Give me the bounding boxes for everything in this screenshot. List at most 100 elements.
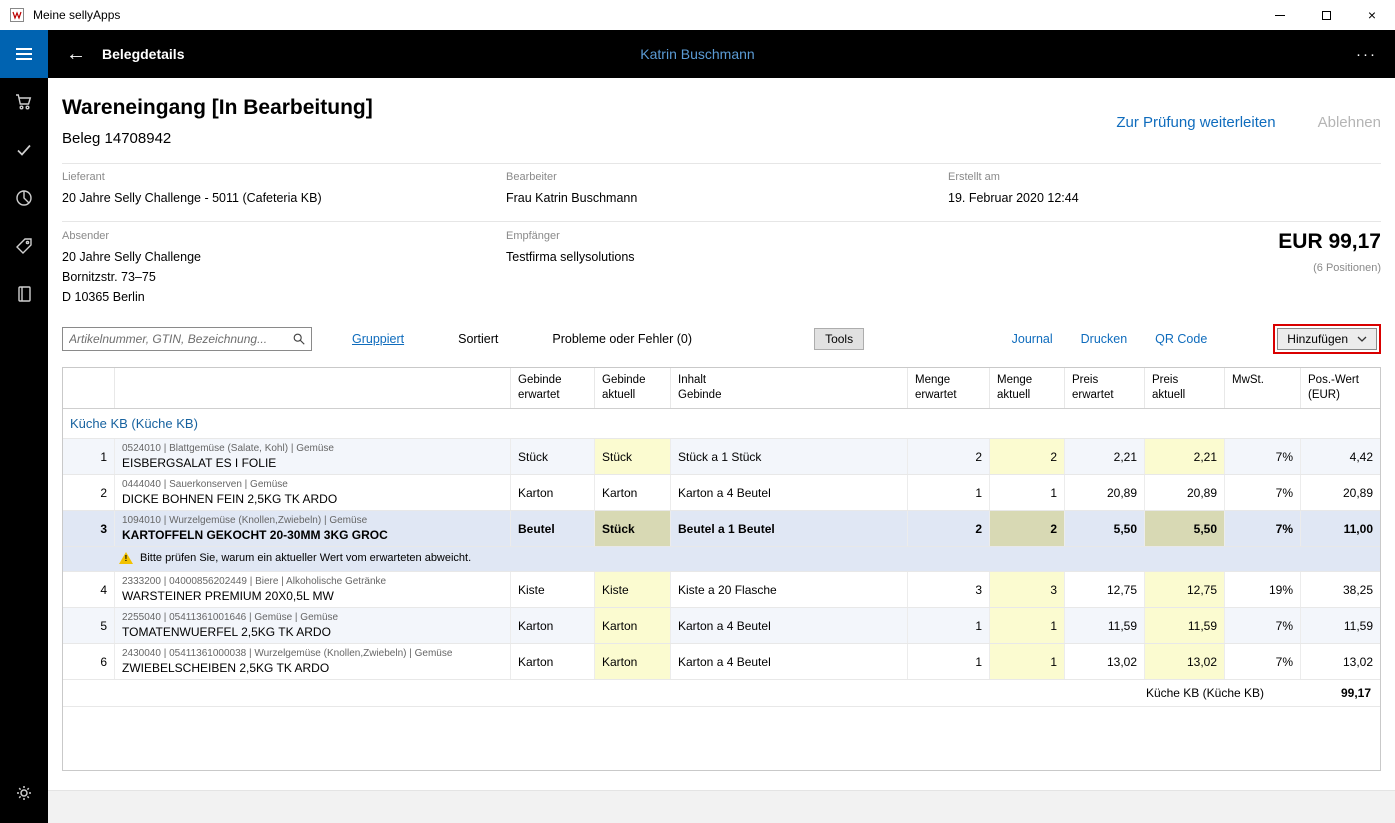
- cell-gebinde_erwartet[interactable]: Karton: [511, 475, 595, 510]
- forward-for-review-link[interactable]: Zur Prüfung weiterleiten: [1116, 114, 1275, 131]
- table-row[interactable]: 42333200 | 04000856202449 | Biere | Alko…: [63, 572, 1380, 608]
- cell-menge_erwartet[interactable]: 3: [908, 572, 990, 607]
- more-options-button[interactable]: ···: [1356, 46, 1377, 63]
- reject-action[interactable]: Ablehnen: [1318, 114, 1381, 131]
- print-link[interactable]: Drucken: [1081, 332, 1128, 346]
- cell-preis_aktuell[interactable]: 5,50: [1145, 511, 1225, 546]
- cell-gebinde_erwartet[interactable]: Kiste: [511, 572, 595, 607]
- column-header[interactable]: Mengeaktuell: [990, 368, 1065, 408]
- sidebar-item-tasks[interactable]: [0, 126, 48, 174]
- minimize-button[interactable]: [1257, 0, 1303, 30]
- table-row[interactable]: 20444040 | Sauerkonserven | GemüseDICKE …: [63, 475, 1380, 511]
- cell-mwst[interactable]: 7%: [1225, 644, 1301, 679]
- cell-menge_erwartet[interactable]: 2: [908, 511, 990, 546]
- cell-menge_aktuell[interactable]: 1: [990, 608, 1065, 643]
- table-row[interactable]: 52255040 | 05411361001646 | Gemüse | Gem…: [63, 608, 1380, 644]
- group-header[interactable]: Küche KB (Küche KB): [63, 409, 1380, 439]
- cell-menge_erwartet[interactable]: 1: [908, 608, 990, 643]
- cell-preis_aktuell[interactable]: 13,02: [1145, 644, 1225, 679]
- cell-mwst[interactable]: 19%: [1225, 572, 1301, 607]
- hamburger-menu-button[interactable]: [0, 30, 48, 78]
- table-row[interactable]: 31094010 | Wurzelgemüse (Knollen,Zwiebel…: [63, 511, 1380, 547]
- cell-gebinde_aktuell[interactable]: Karton: [595, 644, 671, 679]
- cell-gebinde_aktuell[interactable]: Karton: [595, 475, 671, 510]
- cell-pos_wert[interactable]: 20,89: [1301, 475, 1380, 510]
- cell-menge_erwartet[interactable]: 2: [908, 439, 990, 474]
- sidebar-item-journal[interactable]: [0, 270, 48, 318]
- table-row[interactable]: 10524010 | Blattgemüse (Salate, Kohl) | …: [63, 439, 1380, 475]
- cell-preis_aktuell[interactable]: 20,89: [1145, 475, 1225, 510]
- sorted-toggle[interactable]: Sortiert: [458, 332, 498, 346]
- cell-inhalt[interactable]: Beutel a 1 Beutel: [671, 511, 908, 546]
- cell-menge_aktuell[interactable]: 2: [990, 511, 1065, 546]
- column-header[interactable]: Mengeerwartet: [908, 368, 990, 408]
- cell-preis_erwartet[interactable]: 5,50: [1065, 511, 1145, 546]
- search-input[interactable]: [63, 332, 287, 346]
- cell-preis_erwartet[interactable]: 12,75: [1065, 572, 1145, 607]
- article-cell[interactable]: 2255040 | 05411361001646 | Gemüse | Gemü…: [115, 608, 511, 643]
- column-header[interactable]: Preiserwartet: [1065, 368, 1145, 408]
- close-button[interactable]: ×: [1349, 0, 1395, 30]
- cell-preis_erwartet[interactable]: 20,89: [1065, 475, 1145, 510]
- column-header[interactable]: Pos.-Wert(EUR): [1301, 368, 1380, 408]
- column-header[interactable]: Preisaktuell: [1145, 368, 1225, 408]
- article-cell[interactable]: 0444040 | Sauerkonserven | GemüseDICKE B…: [115, 475, 511, 510]
- sidebar-item-prices[interactable]: [0, 222, 48, 270]
- cell-gebinde_erwartet[interactable]: Beutel: [511, 511, 595, 546]
- sidebar-item-cart[interactable]: [0, 78, 48, 126]
- problems-filter[interactable]: Probleme oder Fehler (0): [552, 332, 692, 346]
- cell-gebinde_erwartet[interactable]: Karton: [511, 644, 595, 679]
- cell-gebinde_aktuell[interactable]: Stück: [595, 439, 671, 474]
- cell-mwst[interactable]: 7%: [1225, 475, 1301, 510]
- column-header[interactable]: Gebindeerwartet: [511, 368, 595, 408]
- cell-preis_erwartet[interactable]: 13,02: [1065, 644, 1145, 679]
- article-cell[interactable]: 2333200 | 04000856202449 | Biere | Alkoh…: [115, 572, 511, 607]
- article-cell[interactable]: 2430040 | 05411361000038 | Wurzelgemüse …: [115, 644, 511, 679]
- column-header[interactable]: MwSt.: [1225, 368, 1301, 408]
- cell-mwst[interactable]: 7%: [1225, 439, 1301, 474]
- column-header[interactable]: InhaltGebinde: [671, 368, 908, 408]
- sidebar-item-settings[interactable]: [0, 769, 48, 817]
- cell-gebinde_erwartet[interactable]: Karton: [511, 608, 595, 643]
- cell-gebinde_erwartet[interactable]: Stück: [511, 439, 595, 474]
- cell-mwst[interactable]: 7%: [1225, 608, 1301, 643]
- cell-preis_aktuell[interactable]: 12,75: [1145, 572, 1225, 607]
- cell-menge_aktuell[interactable]: 3: [990, 572, 1065, 607]
- cell-inhalt[interactable]: Karton a 4 Beutel: [671, 475, 908, 510]
- cell-mwst[interactable]: 7%: [1225, 511, 1301, 546]
- cell-pos_wert[interactable]: 13,02: [1301, 644, 1380, 679]
- cell-menge_aktuell[interactable]: 2: [990, 439, 1065, 474]
- table-row[interactable]: 62430040 | 05411361000038 | Wurzelgemüse…: [63, 644, 1380, 680]
- sidebar-item-reports[interactable]: [0, 174, 48, 222]
- cell-inhalt[interactable]: Kiste a 20 Flasche: [671, 572, 908, 607]
- cell-preis_erwartet[interactable]: 2,21: [1065, 439, 1145, 474]
- article-cell[interactable]: 1094010 | Wurzelgemüse (Knollen,Zwiebeln…: [115, 511, 511, 546]
- cell-preis_aktuell[interactable]: 11,59: [1145, 608, 1225, 643]
- cell-menge_aktuell[interactable]: 1: [990, 475, 1065, 510]
- cell-gebinde_aktuell[interactable]: Kiste: [595, 572, 671, 607]
- grouped-toggle[interactable]: Gruppiert: [352, 332, 404, 346]
- cell-inhalt[interactable]: Karton a 4 Beutel: [671, 644, 908, 679]
- qr-code-link[interactable]: QR Code: [1155, 332, 1207, 346]
- column-header[interactable]: Gebindeaktuell: [595, 368, 671, 408]
- cell-gebinde_aktuell[interactable]: Karton: [595, 608, 671, 643]
- search-icon[interactable]: [287, 332, 311, 346]
- cell-pos_wert[interactable]: 11,59: [1301, 608, 1380, 643]
- cell-menge_erwartet[interactable]: 1: [908, 644, 990, 679]
- cell-menge_aktuell[interactable]: 1: [990, 644, 1065, 679]
- cell-preis_erwartet[interactable]: 11,59: [1065, 608, 1145, 643]
- cell-pos_wert[interactable]: 38,25: [1301, 572, 1380, 607]
- cell-gebinde_aktuell[interactable]: Stück: [595, 511, 671, 546]
- journal-link[interactable]: Journal: [1012, 332, 1053, 346]
- cell-inhalt[interactable]: Stück a 1 Stück: [671, 439, 908, 474]
- article-cell[interactable]: 0524010 | Blattgemüse (Salate, Kohl) | G…: [115, 439, 511, 474]
- cell-pos_wert[interactable]: 4,42: [1301, 439, 1380, 474]
- add-button[interactable]: Hinzufügen: [1277, 328, 1377, 350]
- tools-button[interactable]: Tools: [814, 328, 864, 350]
- cell-inhalt[interactable]: Karton a 4 Beutel: [671, 608, 908, 643]
- cell-pos_wert[interactable]: 11,00: [1301, 511, 1380, 546]
- back-button[interactable]: ←: [63, 43, 89, 66]
- maximize-button[interactable]: [1303, 0, 1349, 30]
- cell-preis_aktuell[interactable]: 2,21: [1145, 439, 1225, 474]
- cell-menge_erwartet[interactable]: 1: [908, 475, 990, 510]
